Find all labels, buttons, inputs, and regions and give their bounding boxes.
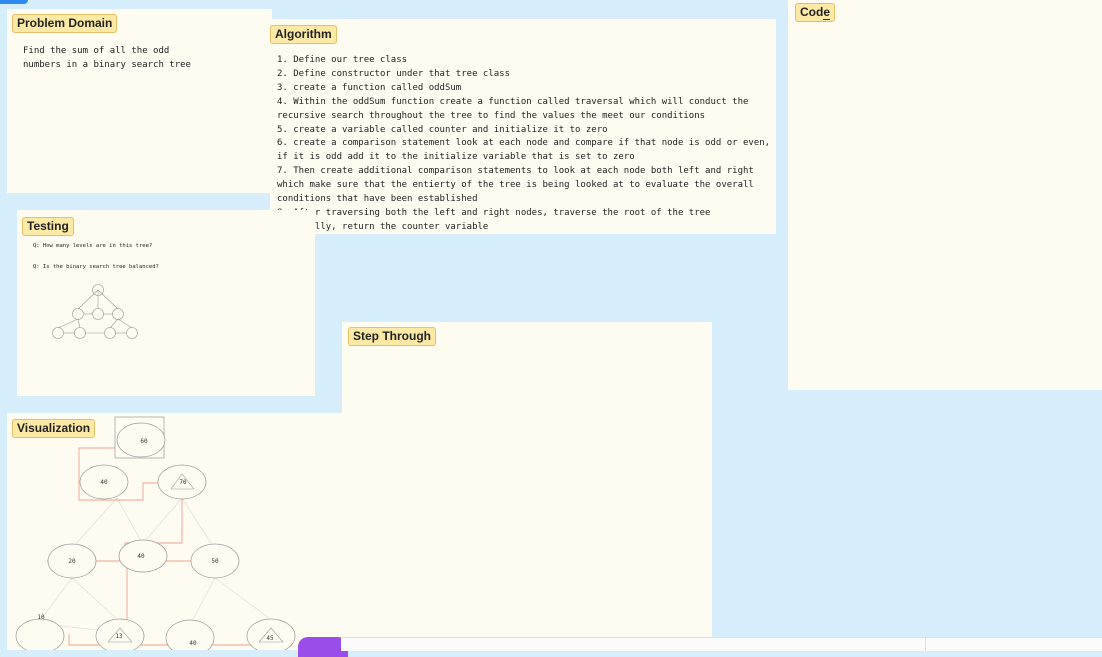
visualization-panel: Visualization 60 40 70 20 40 50 10 13 40…: [7, 413, 342, 650]
problem-domain-text: Find the sum of all the odd numbers in a…: [23, 46, 191, 70]
problem-domain-label: Problem Domain: [12, 14, 118, 33]
node-value: 40: [100, 479, 108, 486]
node-value: 70: [179, 479, 187, 486]
algorithm-step: 9. Finally, return the counter variable: [277, 221, 489, 232]
algorithm-step: 6. create a comparison statement look at…: [277, 138, 771, 163]
step-through-panel: Step Through: [342, 322, 712, 650]
testing-panel: Testing Q: How many levels are in this t…: [17, 210, 315, 396]
toolbar-divider: [925, 638, 926, 651]
algorithm-panel: Algorithm 1. Define our tree class 2. De…: [270, 19, 776, 234]
tree-nodes: [15, 422, 296, 650]
algorithm-step: 1. Define our tree class: [277, 55, 408, 65]
tree-node: [15, 618, 65, 650]
node-value: 10: [37, 614, 45, 621]
algorithm-step: 5. create a variable called counter and …: [277, 124, 608, 135]
algorithm-step: 4. Within the oddSum function create a f…: [277, 96, 749, 121]
text-cursor: [823, 19, 830, 20]
problem-domain-panel: Problem Domain Find the sum of all the o…: [7, 9, 272, 193]
node-value: 13: [115, 633, 123, 640]
algorithm-step: 3. create a function called oddSum: [277, 82, 462, 93]
node-value: 20: [68, 558, 76, 565]
top-left-tab[interactable]: [0, 0, 28, 4]
algorithm-label: Algorithm: [270, 25, 337, 44]
node-value: 50: [211, 558, 219, 565]
algorithm-step: 2. Define constructor under that tree cl…: [277, 68, 510, 79]
node-value: 40: [137, 553, 145, 560]
bottom-toolbar: [341, 637, 1102, 651]
algorithm-steps: 1. Define our tree class 2. Define const…: [277, 54, 772, 235]
testing-tree-sketch: [52, 284, 138, 339]
node-value: 60: [140, 438, 148, 445]
code-panel: Code: [788, 0, 1102, 390]
algorithm-step: 7. Then create additional comparison sta…: [277, 166, 754, 205]
node-value: 40: [189, 640, 197, 647]
algorithm-step: 8. After traversing both the left and ri…: [277, 207, 711, 218]
visualization-tree: 60 40 70 20 40 50 10 13 40 45: [15, 416, 296, 650]
node-value: 45: [266, 635, 274, 642]
step-through-label: Step Through: [348, 327, 436, 346]
